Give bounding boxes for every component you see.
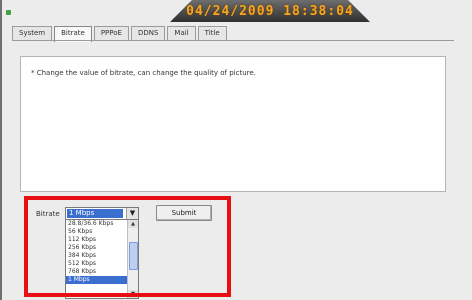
tab-system[interactable]: System: [12, 26, 53, 40]
status-indicator: [6, 10, 11, 15]
settings-window: 04/24/2009 18:38:04 System Bitrate PPPoE…: [0, 0, 472, 300]
bitrate-hint: * Change the value of bitrate, can chang…: [31, 69, 256, 77]
info-panel: * Change the value of bitrate, can chang…: [20, 56, 446, 192]
tab-mail[interactable]: Mail: [167, 26, 196, 40]
highlight-box: [24, 196, 231, 297]
tab-title[interactable]: Title: [197, 26, 227, 40]
datetime-display: 04/24/2009 18:38:04: [186, 4, 354, 19]
tab-bar: System Bitrate PPPoE DDNS Mail Title: [12, 26, 227, 42]
tab-pppoe[interactable]: PPPoE: [93, 26, 129, 40]
tab-ddns[interactable]: DDNS: [130, 26, 166, 40]
tab-divider: [12, 40, 454, 41]
titlebar: 04/24/2009 18:38:04: [170, 0, 370, 22]
